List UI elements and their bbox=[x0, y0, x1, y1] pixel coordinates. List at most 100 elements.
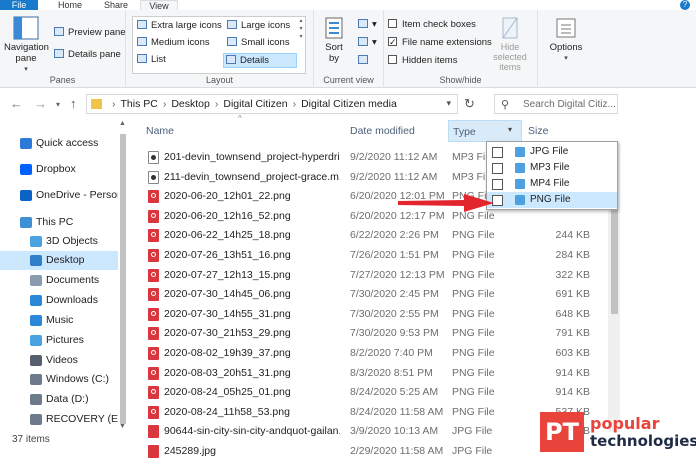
sidebar-item-windows-c[interactable]: Windows (C:) bbox=[0, 370, 118, 389]
type-filter-checkbox[interactable] bbox=[492, 147, 503, 158]
layout-list[interactable]: List bbox=[135, 53, 166, 68]
search-input[interactable]: Search Digital Citiz... bbox=[523, 99, 616, 110]
type-filter-dropdown: JPG File MP3 File MP4 File PNG File bbox=[486, 141, 618, 210]
file-date-modified: 9/2/2020 11:12 AM bbox=[350, 151, 438, 163]
file-date-modified: 6/22/2020 2:26 PM bbox=[350, 229, 439, 242]
column-header-size[interactable]: Size bbox=[528, 120, 598, 142]
status-item-count: 37 items bbox=[12, 434, 50, 445]
address-bar[interactable]: › This PC › Desktop › Digital Citizen › Digital… bbox=[86, 94, 458, 114]
type-filter-option-mp3-file[interactable]: MP3 File bbox=[487, 160, 617, 176]
table-row[interactable]: 2020-06-22_14h25_18.png 6/22/2020 2:26 PM… bbox=[140, 226, 620, 245]
breadcrumb-desktop[interactable]: Desktop bbox=[171, 98, 210, 110]
sidebar-item-downloads[interactable]: Downloads bbox=[0, 291, 118, 310]
show-hide-group: Item check boxes File name extensions Hi… bbox=[384, 10, 538, 88]
table-row[interactable]: 2020-08-02_19h39_37.png 8/2/2020 7:40 PM P… bbox=[140, 344, 620, 363]
sidebar-item-onedrive-person[interactable]: OneDrive - Person bbox=[0, 186, 118, 205]
address-dropdown-icon[interactable]: ▾ bbox=[446, 98, 451, 109]
table-row[interactable]: 2020-07-27_12h13_15.png 7/27/2020 12:13 P… bbox=[140, 266, 620, 285]
back-arrow-icon[interactable]: ← bbox=[10, 96, 23, 111]
forward-arrow-icon[interactable]: → bbox=[34, 96, 47, 111]
file-date-modified: 3/9/2020 10:13 AM bbox=[350, 425, 439, 438]
sidebar-item-music[interactable]: Music bbox=[0, 311, 118, 330]
refresh-icon[interactable]: ↻ bbox=[464, 96, 475, 112]
type-filter-checkbox[interactable] bbox=[492, 163, 503, 174]
scrollbar-thumb[interactable] bbox=[120, 134, 126, 424]
navigation-pane-button[interactable]: Navigation pane ▾ bbox=[4, 16, 49, 75]
search-box[interactable]: ⚲ Search Digital Citiz... bbox=[494, 94, 618, 114]
breadcrumb-digital-citizen[interactable]: Digital Citizen bbox=[223, 98, 287, 110]
jpg-file-icon bbox=[148, 445, 159, 458]
group-by-button[interactable]: ▾ bbox=[358, 18, 377, 32]
sidebar-item-videos[interactable]: Videos bbox=[0, 351, 118, 370]
file-name-extensions-checkbox[interactable] bbox=[388, 35, 397, 49]
group-by-icon bbox=[358, 19, 368, 28]
add-columns-button[interactable]: ▾ bbox=[358, 36, 377, 50]
layout-large-icons[interactable]: Large icons bbox=[225, 19, 290, 34]
file-name: 2020-06-20_12h01_22.png bbox=[164, 190, 291, 203]
table-row[interactable]: 2020-07-30_21h53_29.png 7/30/2020 9:53 PM… bbox=[140, 324, 620, 343]
table-row[interactable]: 2020-07-26_13h51_16.png 7/26/2020 1:51 PM… bbox=[140, 246, 620, 265]
tab-view[interactable]: View bbox=[140, 0, 178, 11]
layout-extra-large-icons[interactable]: Extra large icons bbox=[135, 19, 222, 34]
tab-home[interactable]: Home bbox=[50, 0, 90, 10]
up-arrow-icon[interactable]: ↑ bbox=[70, 96, 77, 111]
large-icons-icon bbox=[227, 20, 237, 29]
file-type: PNG File bbox=[452, 288, 495, 301]
table-row[interactable]: 2020-07-30_14h55_31.png 7/30/2020 2:55 PM… bbox=[140, 305, 620, 324]
layout-medium-icons[interactable]: Medium icons bbox=[135, 36, 210, 51]
scroll-up-arrow-icon[interactable]: ▲ bbox=[119, 120, 126, 127]
item-check-boxes-checkbox[interactable] bbox=[388, 19, 397, 28]
sidebar-item-recovery-e[interactable]: RECOVERY (E:) bbox=[0, 410, 118, 429]
layout-group-label: Layout bbox=[205, 75, 234, 85]
sidebar-item-quick-access[interactable]: Quick access bbox=[0, 134, 118, 153]
navigation-pane: ▲ ▼ Quick access Dropbox OneDrive - Person… bbox=[0, 120, 130, 432]
breadcrumb: › This PC › Desktop › Digital Citizen › Digital… bbox=[112, 98, 397, 110]
tab-file[interactable]: File bbox=[0, 0, 38, 10]
table-row[interactable]: 2020-07-30_14h45_06.png 7/30/2020 2:45 PM… bbox=[140, 285, 620, 304]
column-header-date-modified[interactable]: Date modified bbox=[350, 120, 446, 142]
options-button[interactable]: Options ▾ bbox=[544, 16, 588, 64]
sidebar-item-dropbox[interactable]: Dropbox bbox=[0, 160, 118, 179]
hide-selected-items-button[interactable]: Hide selected items bbox=[484, 16, 536, 72]
scrollbar-thumb[interactable] bbox=[611, 194, 618, 314]
sidebar-item-data-d[interactable]: Data (D:) bbox=[0, 390, 118, 409]
table-row[interactable]: 2020-08-03_20h51_31.png 8/3/2020 8:51 PM P… bbox=[140, 364, 620, 383]
recent-locations-chevron-icon[interactable]: ▾ bbox=[56, 100, 60, 109]
tab-share[interactable]: Share bbox=[96, 0, 136, 10]
layout-gallery-scroll[interactable]: ▴ ▾ ▾ bbox=[297, 17, 305, 73]
sidebar-item-pictures[interactable]: Pictures bbox=[0, 331, 118, 350]
sidebar-item-this-pc[interactable]: This PC bbox=[0, 213, 118, 232]
layout-details[interactable]: Details bbox=[223, 53, 297, 68]
details-pane-button[interactable]: Details pane bbox=[54, 48, 121, 62]
size-columns-button[interactable] bbox=[358, 54, 372, 68]
sidebar-item-desktop[interactable]: Desktop bbox=[0, 251, 118, 270]
breadcrumb-digital-citizen-media[interactable]: Digital Citizen media bbox=[301, 98, 397, 110]
png-file-icon bbox=[148, 405, 159, 419]
sidebar-item-3d-objects[interactable]: 3D Objects bbox=[0, 232, 118, 251]
type-filter-option-jpg-file[interactable]: JPG File bbox=[487, 144, 617, 160]
preview-pane-button[interactable]: Preview pane bbox=[54, 26, 126, 40]
sidebar-item-label: Documents bbox=[46, 274, 100, 286]
breadcrumb-this-pc[interactable]: This PC bbox=[121, 98, 158, 110]
sidebar-item-documents[interactable]: Documents bbox=[0, 271, 118, 290]
hidden-items-checkbox[interactable] bbox=[388, 55, 397, 64]
help-icon[interactable]: ? bbox=[680, 0, 690, 10]
layout-small-icons[interactable]: Small icons bbox=[225, 36, 290, 51]
panes-group-label: Panes bbox=[49, 75, 76, 85]
type-filter-option-mp4-file[interactable]: MP4 File bbox=[487, 176, 617, 192]
item-check-boxes-toggle[interactable]: Item check boxes bbox=[388, 18, 476, 32]
medium-icons-icon bbox=[137, 37, 147, 46]
file-name-extensions-toggle[interactable]: File name extensions bbox=[388, 35, 492, 50]
table-row[interactable]: 2020-08-24_05h25_01.png 8/24/2020 5:25 AM… bbox=[140, 383, 620, 402]
sort-by-button[interactable]: Sort by bbox=[320, 16, 348, 64]
type-filter-option-png-file[interactable]: PNG File bbox=[487, 192, 617, 208]
navigation-pane-scrollbar[interactable]: ▲ ▼ bbox=[118, 120, 128, 432]
png-file-icon bbox=[148, 307, 159, 321]
column-header-name[interactable]: Name bbox=[146, 120, 342, 142]
small-icons-icon bbox=[227, 37, 237, 46]
type-filter-chevron-icon[interactable]: ▾ bbox=[508, 125, 512, 134]
scroll-down-arrow-icon[interactable]: ▼ bbox=[119, 423, 126, 430]
hidden-items-toggle[interactable]: Hidden items bbox=[388, 54, 457, 68]
sidebar-item-label: OneDrive - Person bbox=[36, 189, 118, 201]
type-filter-checkbox[interactable] bbox=[492, 179, 503, 190]
